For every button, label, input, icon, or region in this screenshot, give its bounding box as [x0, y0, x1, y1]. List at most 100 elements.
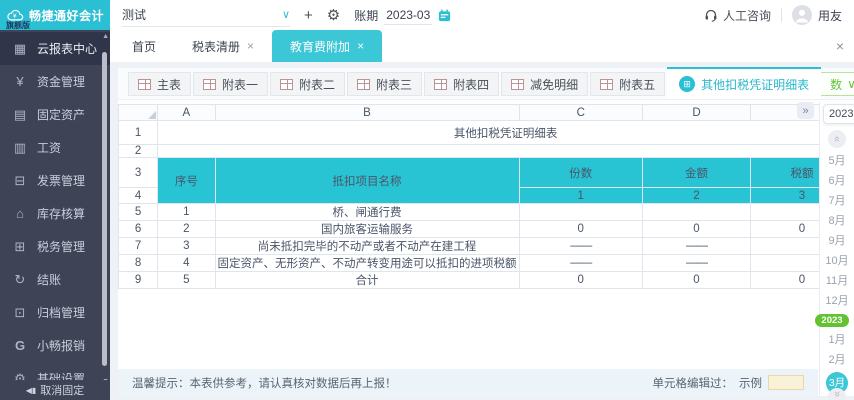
tab-home[interactable]: 首页 — [114, 30, 174, 62]
month-item[interactable]: 9月 — [828, 235, 845, 248]
period-value[interactable]: 2023-03 — [384, 6, 433, 25]
header-count-no: 1 — [518, 187, 644, 204]
month-item[interactable]: 7月 — [828, 195, 845, 208]
close-panel-icon[interactable]: × — [836, 30, 844, 62]
cell-name[interactable]: 尚未抵扣完毕的不动产或者不动产在建工程 — [214, 237, 520, 255]
row-number[interactable]: 6 — [117, 220, 159, 238]
sidebar-item-inventory[interactable]: ⌂ 库存核算 — [0, 197, 110, 230]
user-menu[interactable]: 用友 — [791, 5, 842, 25]
rail-scroll-down-button[interactable]: » — [828, 388, 846, 400]
month-item[interactable]: 10月 — [825, 255, 848, 268]
sidebar-item-closing[interactable]: ↻ 结账 — [0, 263, 110, 296]
rail-scroll-up-button[interactable]: » — [828, 130, 846, 148]
row-number[interactable]: 3 — [117, 157, 159, 188]
sidebar-item-invoices[interactable]: ⊟ 发票管理 — [0, 164, 110, 197]
sheet-tab-reduction-detail[interactable]: 减免明细 — [501, 72, 589, 96]
row-number[interactable]: 7 — [117, 237, 159, 255]
cell-amount[interactable] — [642, 203, 751, 221]
cell-seq[interactable]: 2 — [157, 220, 216, 238]
cell-amount[interactable]: 0 — [642, 271, 751, 289]
unpin-sidebar-button[interactable]: ◀▮ 取消固定 — [0, 380, 110, 400]
header-name: 抵扣项目名称 — [214, 157, 520, 204]
sheet-tab-main[interactable]: 主表 — [128, 72, 192, 96]
cell-amount[interactable]: 0 — [642, 220, 751, 238]
row-number[interactable]: 2 — [117, 144, 159, 158]
sheet-icon — [203, 78, 217, 90]
sidebar-item-cloud-reports[interactable]: ▦ 云报表中心 — [0, 32, 110, 65]
support-button[interactable]: 人工咨询 — [704, 7, 771, 24]
money-bag-icon: ¥ — [16, 74, 24, 89]
sidebar-item-fixed-assets[interactable]: ▤ 固定资产 — [0, 98, 110, 131]
sheet-icon — [434, 78, 448, 90]
select-all-corner[interactable] — [117, 104, 159, 121]
cell-count[interactable] — [518, 203, 644, 221]
tab-education-fee[interactable]: 教育费附加 × — [272, 30, 383, 62]
hint-text: 温馨提示：本表供参考，请认真核对数据后再上报！ — [132, 377, 397, 390]
sidebar-item-funds[interactable]: ¥ 资金管理 — [0, 65, 110, 98]
sheet-tab-other-deduction-active[interactable]: ⊞ 其他扣税凭证明细表 — [667, 67, 822, 99]
sidebar-scrollbar[interactable] — [102, 44, 108, 374]
header-amount: 金额 — [642, 157, 751, 188]
cell-count[interactable]: 0 — [518, 271, 644, 289]
cell-count[interactable]: —— — [518, 237, 644, 255]
column-header-a[interactable]: A — [157, 104, 216, 121]
empty-row[interactable] — [157, 144, 854, 158]
row-number[interactable]: 1 — [117, 120, 159, 145]
app-name: 畅捷通好会计 — [28, 8, 104, 23]
sheet-tab-appendix2[interactable]: 附表二 — [270, 72, 346, 96]
calendar-icon[interactable] — [438, 9, 451, 22]
month-item[interactable]: 11月 — [826, 275, 848, 288]
scroll-up-icon[interactable]: ▲ — [102, 33, 109, 40]
scrollbar-thumb[interactable] — [102, 52, 107, 366]
close-icon[interactable]: × — [357, 39, 364, 53]
month-item[interactable]: 5月 — [828, 155, 845, 168]
row-number[interactable]: 5 — [117, 203, 159, 221]
cell-amount[interactable]: —— — [642, 254, 751, 272]
sidebar-item-tax[interactable]: ⊞ 税务管理 — [0, 230, 110, 263]
close-icon[interactable]: × — [247, 39, 254, 53]
row-number[interactable]: 9 — [117, 271, 159, 289]
chevron-down-icon: ∨ — [281, 9, 290, 21]
month-item[interactable]: 6月 — [828, 175, 845, 188]
sheet-toolbar: 主表 附表一 附表二 附表三 附表四 减免明细 附表五 ⊞ 其他扣税凭证明细表 … — [118, 67, 854, 100]
gear-icon[interactable]: ⚙ — [327, 8, 340, 23]
cell-count[interactable]: —— — [518, 254, 644, 272]
expand-columns-button[interactable]: » — [797, 102, 814, 119]
sheet-tab-appendix1[interactable]: 附表一 — [193, 72, 269, 96]
sidebar-item-archive[interactable]: ⊡ 归档管理 — [0, 296, 110, 329]
tab-tax-list[interactable]: 税表清册 × — [174, 30, 272, 62]
month-item[interactable]: 1月 — [828, 334, 845, 347]
edited-cell-swatch — [768, 375, 804, 390]
column-header-c[interactable]: C — [518, 104, 644, 121]
header-amount-no: 2 — [642, 187, 751, 204]
sheet-tab-appendix4[interactable]: 附表四 — [424, 72, 500, 96]
cell-amount[interactable]: —— — [642, 237, 751, 255]
sidebar-item-reimburse[interactable]: G 小畅报销 — [0, 329, 110, 362]
add-company-button[interactable]: + — [304, 8, 313, 23]
cell-name[interactable]: 合计 — [214, 271, 520, 289]
row-number[interactable]: 8 — [117, 254, 159, 272]
cell-name[interactable]: 桥、闸通行费 — [214, 203, 520, 221]
cell-count[interactable]: 0 — [518, 220, 644, 238]
sheet-tab-appendix3[interactable]: 附表三 — [347, 72, 423, 96]
cell-seq[interactable]: 4 — [157, 254, 216, 272]
column-header-d[interactable]: D — [642, 104, 751, 121]
double-chevron-right-icon: » — [802, 104, 809, 117]
column-header-b[interactable]: B — [214, 104, 520, 121]
period-display[interactable]: 2023.03 — [823, 104, 854, 124]
sidebar-item-salary[interactable]: ▥ 工资 — [0, 131, 110, 164]
app-logo: ¥ 畅捷通好会计 旗舰版 — [0, 0, 110, 30]
cell-name[interactable]: 固定资产、无形资产、不动产转变用途可以抵扣的进项税额 — [214, 254, 520, 272]
month-item[interactable]: 2月 — [828, 354, 845, 367]
month-item[interactable]: 8月 — [828, 215, 845, 228]
month-item[interactable]: 12月 — [825, 295, 848, 308]
support-label: 人工咨询 — [722, 8, 771, 23]
cell-seq[interactable]: 3 — [157, 237, 216, 255]
cell-seq[interactable]: 1 — [157, 203, 216, 221]
company-selector[interactable]: 测试 ∨ — [122, 3, 290, 27]
chart-icon: ▦ — [13, 40, 27, 56]
cell-name[interactable]: 国内旅客运输服务 — [214, 220, 520, 238]
cell-seq[interactable]: 5 — [157, 271, 216, 289]
sheet-tab-appendix5[interactable]: 附表五 — [590, 72, 666, 96]
row-number[interactable]: 4 — [117, 187, 159, 204]
